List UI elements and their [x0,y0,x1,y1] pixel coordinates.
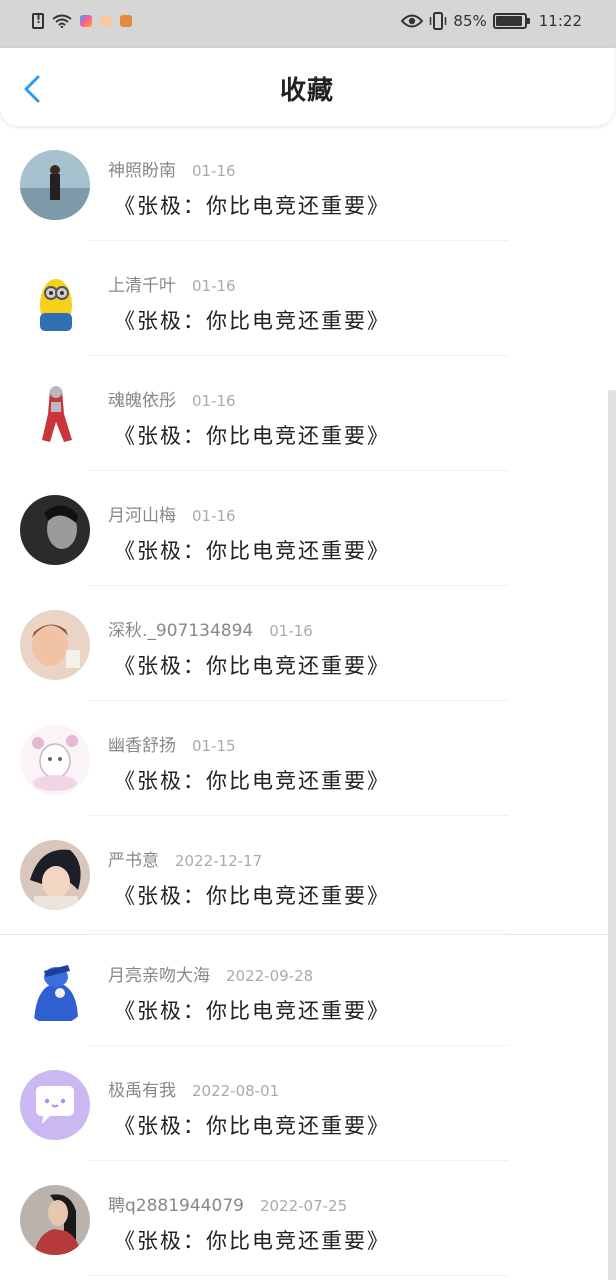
mi-app-icon [100,15,112,27]
favorites-list: 神照盼南 01-16 《张极：你比电竞还重要》 上清千叶 01-16 《张极：你比电… [0,126,616,1276]
author-name: 魂魄依彤 [108,391,176,411]
status-bar: 85% 11:22 [0,0,616,48]
item-date: 01-16 [192,162,236,180]
favorite-item[interactable]: 神照盼南 01-16 《张极：你比电竞还重要》 [0,126,616,241]
status-right-icons: 85% 11:22 [401,12,582,30]
author-name: 深秋._907134894 [108,621,254,641]
game-app-icon [120,15,132,27]
item-date: 2022-09-28 [226,967,314,985]
alert-icon [32,13,44,29]
favorite-item[interactable]: 深秋._907134894 01-16 《张极：你比电竞还重要》 [0,586,616,701]
app-notification-icon [80,15,92,27]
item-date: 01-16 [192,392,236,410]
item-title[interactable]: 《张极：你比电竞还重要》 [114,190,390,220]
favorite-item[interactable]: 严书意 2022-12-17 《张极：你比电竞还重要》 [0,816,616,931]
avatar [20,495,90,565]
item-title[interactable]: 《张极：你比电竞还重要》 [114,305,390,335]
favorite-item[interactable]: 聘q2881944079 2022-07-25 《张极：你比电竞还重要》 [0,1161,616,1276]
favorite-item[interactable]: 月亮亲吻大海 2022-09-28 《张极：你比电竞还重要》 [0,931,616,1046]
avatar [20,955,90,1025]
avatar [20,380,90,450]
section-divider [0,934,616,935]
divider [88,1275,508,1276]
vibrate-icon [430,12,447,30]
author-name: 神照盼南 [108,161,176,181]
item-date: 2022-08-01 [192,1082,280,1100]
favorite-item[interactable]: 月河山梅 01-16 《张极：你比电竞还重要》 [0,471,616,586]
item-title[interactable]: 《张极：你比电竞还重要》 [114,765,390,795]
item-date: 01-15 [192,737,236,755]
author-name: 月亮亲吻大海 [108,966,210,986]
author-name: 月河山梅 [108,506,176,526]
avatar [20,265,90,335]
battery-percent: 85% [453,12,487,30]
favorite-item[interactable]: 魂魄依彤 01-16 《张极：你比电竞还重要》 [0,356,616,471]
item-date: 01-16 [192,507,236,525]
author-name: 上清千叶 [108,276,176,296]
page-title: 收藏 [279,76,334,106]
item-title[interactable]: 《张极：你比电竞还重要》 [114,1110,390,1140]
avatar [20,840,90,910]
item-date: 2022-07-25 [259,1197,348,1215]
item-title[interactable]: 《张极：你比电竞还重要》 [114,1225,390,1255]
scrollbar[interactable] [608,390,616,1280]
eye-icon [401,14,424,28]
item-title[interactable]: 《张极：你比电竞还重要》 [114,650,390,680]
item-date: 01-16 [269,622,313,640]
avatar [20,610,90,680]
item-title[interactable]: 《张极：你比电竞还重要》 [114,535,390,565]
favorite-item[interactable]: 极禹有我 2022-08-01 《张极：你比电竞还重要》 [0,1046,616,1161]
clock: 11:22 [538,12,582,30]
author-name: 幽香舒扬 [108,736,176,756]
item-title[interactable]: 《张极：你比电竞还重要》 [114,420,390,450]
item-title[interactable]: 《张极：你比电竞还重要》 [114,995,390,1025]
avatar [20,725,90,795]
battery-icon [492,13,530,29]
item-date: 2022-12-17 [175,852,263,870]
item-title[interactable]: 《张极：你比电竞还重要》 [114,880,390,910]
author-name: 聘q2881944079 [108,1196,244,1216]
avatar [20,150,90,220]
favorite-item[interactable]: 幽香舒扬 01-15 《张极：你比电竞还重要》 [0,701,616,816]
wifi-icon [52,14,72,28]
app-header: 收藏 [0,48,614,126]
author-name: 严书意 [108,851,159,871]
avatar [20,1185,90,1255]
status-left-icons [32,13,132,29]
favorite-item[interactable]: 上清千叶 01-16 《张极：你比电竞还重要》 [0,241,616,356]
author-name: 极禹有我 [108,1081,176,1101]
avatar [20,1070,90,1140]
item-date: 01-16 [192,277,236,295]
